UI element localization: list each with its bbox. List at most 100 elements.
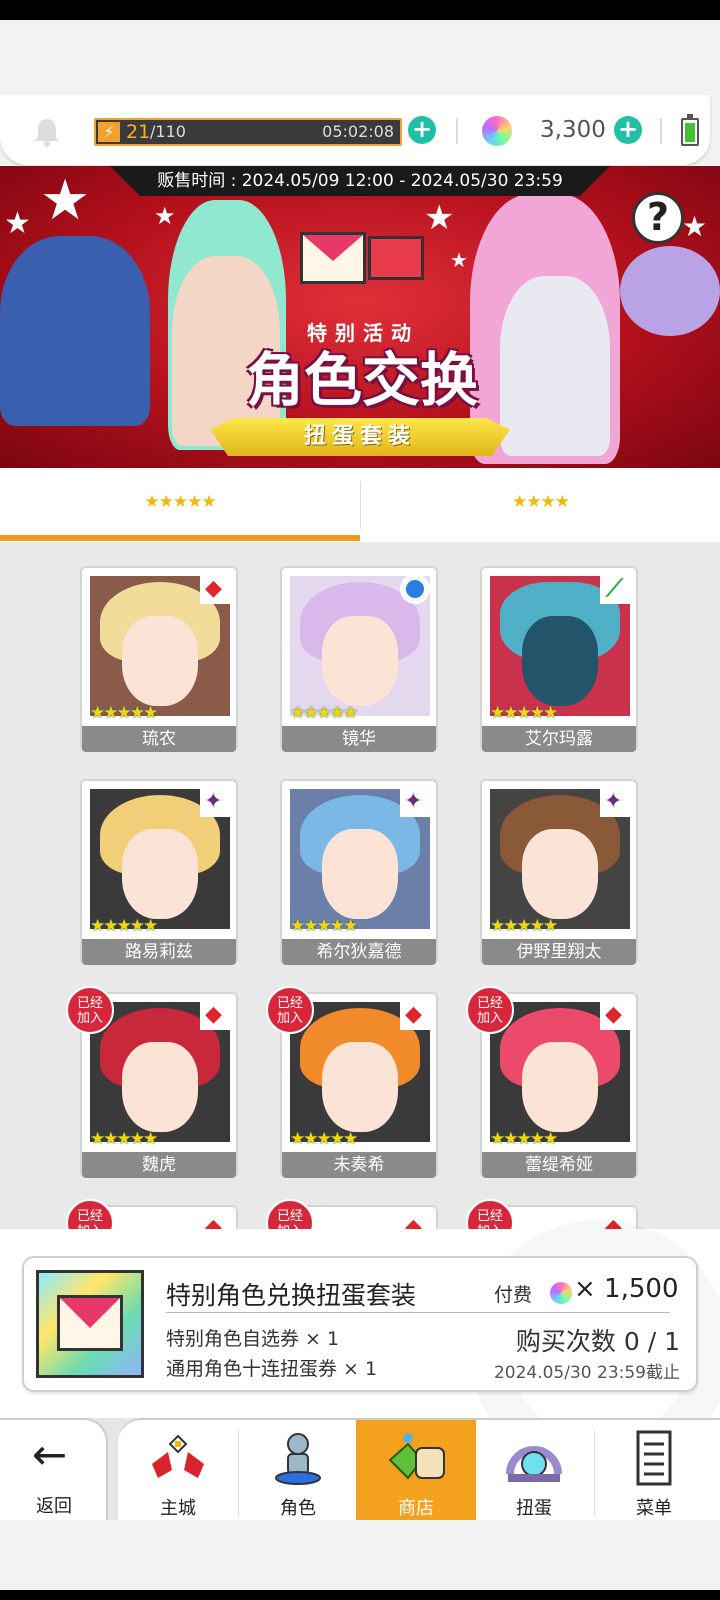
red-diamond-icon [400,1213,430,1229]
banner-ribbon: 扭蛋套装 [210,418,510,456]
nav-label: 扭蛋 [516,1498,552,1519]
gem-count: 3,300 [540,117,606,143]
castle-icon [152,1434,204,1478]
star-rating: ★★★★★ [490,916,558,936]
ticket-icon [368,236,424,280]
battery-icon [681,114,699,146]
star-rating: ★★★★★ [290,1129,358,1149]
character-name: 魏虎 [82,1152,236,1178]
character-card[interactable]: ★★★★★ 镜华 [280,566,438,752]
add-stamina-button[interactable]: + [408,116,436,144]
star-icon: ★ [40,168,91,233]
add-gem-button[interactable]: + [614,116,642,144]
character-grid: ★★★★★ 琉农 ★★★★★ 镜华 ★★★★★ 艾尔玛露 ★★★★★ 路易莉兹 … [0,542,720,1229]
character-name: 蕾缇希娅 [482,1152,636,1178]
system-status-bar [0,0,720,20]
red-diamond-icon [200,574,230,604]
star-rating: ★★★★★ [490,1129,558,1149]
dragon-art [0,236,150,426]
nav-label: 菜单 [636,1498,672,1519]
tab-divider [360,481,361,529]
star-rating: ★★★★★ [290,916,358,936]
star-icon: ★ [154,202,176,230]
menu-icon [636,1430,672,1486]
character-art-right-body [500,276,610,456]
stamina-current: 21 [126,121,151,143]
nav-label: 商店 [398,1498,434,1519]
hud-divider [660,118,662,144]
character-name: 镜华 [282,726,436,752]
pack-item: 特别角色自选券 × 1 [166,1328,340,1350]
nav-label: 角色 [280,1498,316,1519]
banner-subtitle: 特别活动 [307,321,419,345]
pack-price: × 1,500 [574,1274,679,1304]
bell-icon[interactable] [30,115,64,149]
star-rating: ★★★★★ [490,703,558,723]
star-rating: ★★★★★ [290,703,358,723]
pack-title: 特别角色兑换扭蛋套装 [166,1281,417,1310]
star-icon: ★ [682,210,708,243]
tab-label: ★★★★★ [144,492,216,512]
purple-sparkle-icon [200,787,230,817]
character-card[interactable]: ★★★★★ 路易莉兹 [80,779,238,965]
price-label: 付费 [494,1284,533,1306]
back-arrow-icon: ← [32,1430,68,1479]
purple-sparkle-icon [400,787,430,817]
gem-icon [482,116,512,146]
star-rating: ★★★★★ [90,916,158,936]
gem-icon [550,1282,572,1304]
character-name: 希尔狄嘉德 [282,939,436,965]
red-diamond-icon [200,1213,230,1229]
system-navigation-area [0,1520,720,1600]
joined-badge: 已经加入 [66,986,114,1034]
star-rating: ★★★★★ [90,1129,158,1149]
envelope-icon [300,232,366,284]
tab-5-star[interactable]: ★★★★★ [0,469,360,541]
gacha-icon [506,1446,562,1482]
tab-label: ★★★★ [512,492,570,512]
nav-tab-menu[interactable]: 菜单 [594,1420,714,1520]
pack-deadline: 2024.05/30 23:59截止 [493,1363,680,1383]
shop-icon [388,1433,445,1480]
help-button[interactable]: ? [632,192,684,244]
star-icon: ★ [450,248,468,272]
nav-label: 主城 [160,1498,196,1519]
red-diamond-icon [200,1000,230,1030]
character-card[interactable]: ★★★★★ 伊野里翔太 [480,779,638,965]
joined-badge: 已经加入 [266,1199,314,1229]
nav-tab-castle[interactable]: 主城 [118,1420,238,1520]
red-diamond-icon [400,1000,430,1030]
character-name: 未奏希 [282,1152,436,1178]
star-rating: ★★★★★ [90,703,158,723]
nav-tab-shop[interactable]: 商店 [356,1420,476,1520]
banner-title: 角色交换 [245,346,478,414]
joined-badge: 已经加入 [266,986,314,1034]
character-card[interactable]: ★★★★★ 琉农 [80,566,238,752]
gacha-pack-card[interactable]: 特别角色兑换扭蛋套装 付费 × 1,500 特别角色自选券 × 1 通用角色十连… [22,1256,698,1392]
green-leaf-icon [600,574,630,604]
hud-divider [456,118,458,144]
pack-envelope-icon [36,1270,144,1378]
red-diamond-icon [600,1000,630,1030]
star-icon: ★ [424,198,455,238]
character-card[interactable]: ★★★★★ 艾尔玛露 [480,566,638,752]
character-name: 艾尔玛露 [482,726,636,752]
character-name: 伊野里翔太 [482,939,636,965]
purchase-count: 购买次数 0 / 1 [515,1327,680,1356]
stamina-max: /110 [150,122,186,141]
pack-divider [166,1312,670,1313]
nav-tab-character[interactable]: 角色 [238,1420,358,1520]
nav-tab-gacha[interactable]: 扭蛋 [474,1420,594,1520]
character-card[interactable]: ★★★★★ 希尔狄嘉德 [280,779,438,965]
back-button[interactable]: ← 返回 [0,1418,108,1520]
stamina-bar: ⚡ 21 /110 05:02:08 [94,118,402,146]
nav-tab-bar: 主城 角色 商店 扭蛋 菜单 [118,1418,720,1520]
joined-badge: 已经加入 [466,1199,514,1229]
joined-badge: 已经加入 [66,1199,114,1229]
back-label: 返回 [36,1496,72,1517]
blue-circle-icon [400,574,430,604]
character-name: 路易莉兹 [82,939,236,965]
tab-4-star[interactable]: ★★★★ [361,469,720,541]
joined-badge: 已经加入 [466,986,514,1034]
character-name: 琉农 [82,726,236,752]
